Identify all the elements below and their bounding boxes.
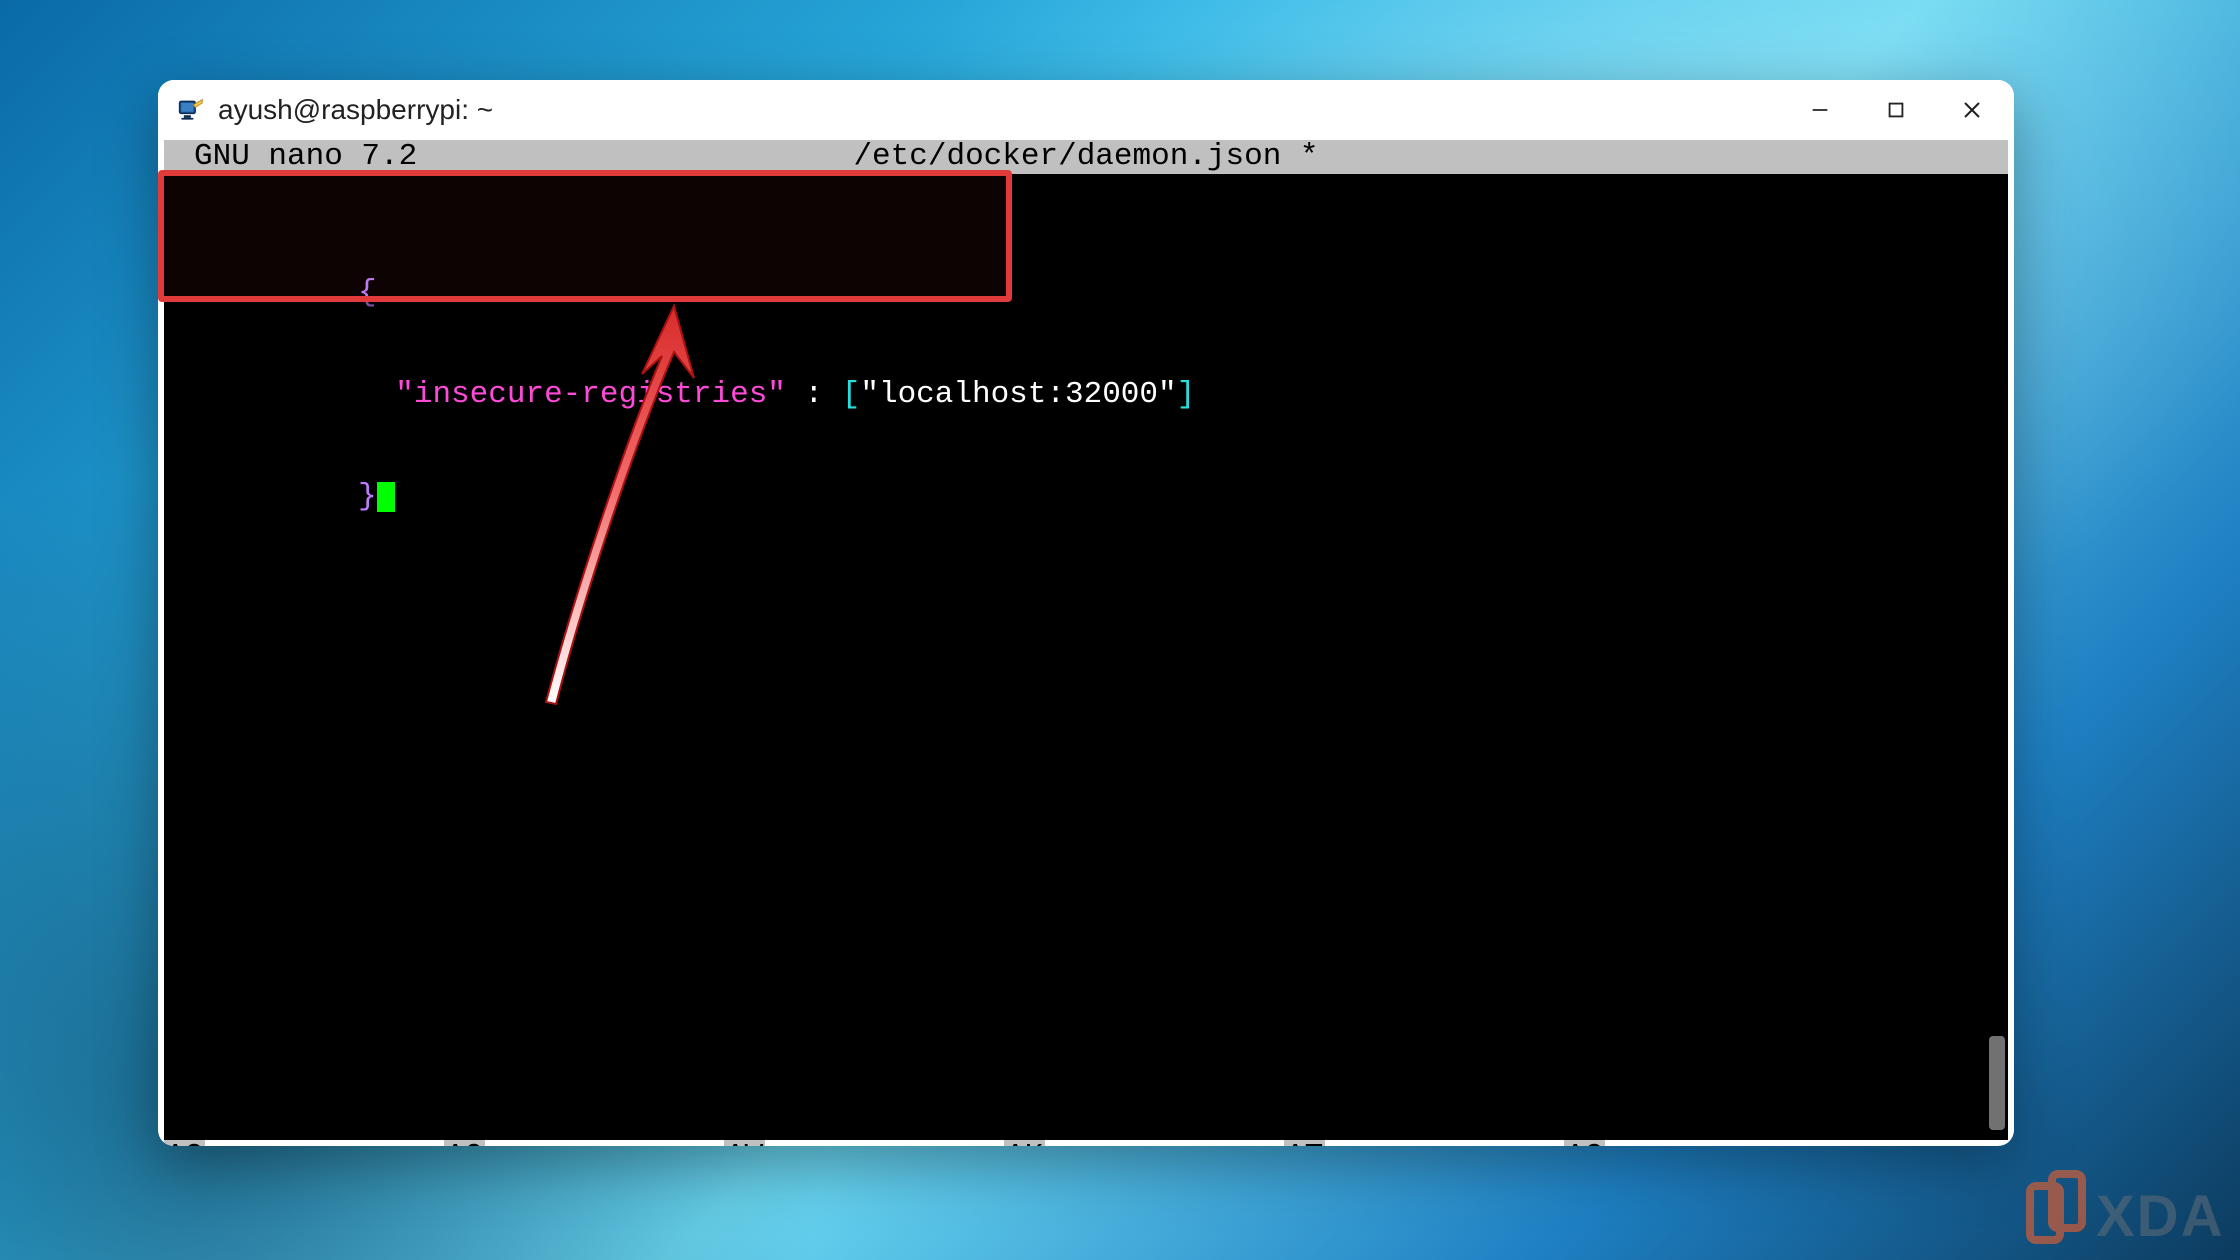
json-indent	[358, 378, 395, 412]
json-array-close: ]	[1177, 378, 1196, 412]
editor-line-3: }	[164, 446, 2008, 480]
shortcut-help: ^GHelp	[164, 1140, 444, 1146]
editor-viewport[interactable]: { "insecure-registries" : ["localhost:32…	[164, 174, 2008, 1072]
maximize-button[interactable]	[1860, 82, 1932, 138]
nano-header-bar: GNU nano 7.2 /etc/docker/daemon.json *	[164, 140, 2008, 174]
putty-icon	[176, 96, 204, 124]
xda-watermark-icon: XDA	[2026, 1170, 2236, 1256]
json-value: "localhost:32000"	[860, 378, 1176, 412]
shortcut-location: ^CLocation	[1564, 1140, 1844, 1146]
json-open-brace: {	[358, 276, 377, 310]
json-key: "insecure-registries"	[395, 378, 786, 412]
shortcut-cut: ^KCut	[1004, 1140, 1284, 1146]
json-space2	[823, 378, 842, 412]
desktop-background: ayush@raspberrypi: ~ GNU nano 7.2 /etc/d…	[0, 0, 2240, 1260]
nano-file-path: /etc/docker/daemon.json *	[164, 140, 2008, 174]
nano-shortcut-bar: ^GHelp ^OWrite Out ^WWhere Is ^KCut ^TEx…	[164, 1072, 2008, 1140]
scrollbar-track[interactable]	[1983, 174, 2009, 1140]
json-colon: :	[805, 378, 824, 412]
titlebar[interactable]: ayush@raspberrypi: ~	[158, 80, 2014, 140]
minimize-button[interactable]	[1784, 82, 1856, 138]
close-button[interactable]	[1936, 82, 2008, 138]
json-close-brace: }	[358, 480, 377, 514]
shortcut-row-1: ^GHelp ^OWrite Out ^WWhere Is ^KCut ^TEx…	[164, 1140, 2008, 1146]
shortcut-execute: ^TExecute	[1284, 1140, 1564, 1146]
terminal-area[interactable]: GNU nano 7.2 /etc/docker/daemon.json * {…	[164, 140, 2008, 1140]
json-array-open: [	[842, 378, 861, 412]
scrollbar-thumb[interactable]	[1989, 1036, 2005, 1130]
shortcut-whereis: ^WWhere Is	[724, 1140, 1004, 1146]
shortcut-writeout: ^OWrite Out	[444, 1140, 724, 1146]
terminal-window: ayush@raspberrypi: ~ GNU nano 7.2 /etc/d…	[158, 80, 2014, 1146]
editor-line-1: {	[164, 242, 2008, 276]
editor-line-2: "insecure-registries" : ["localhost:3200…	[164, 344, 2008, 378]
window-title: ayush@raspberrypi: ~	[218, 94, 493, 126]
text-cursor	[377, 482, 395, 512]
json-space1	[786, 378, 805, 412]
watermark-text: XDA	[2096, 1184, 2224, 1249]
